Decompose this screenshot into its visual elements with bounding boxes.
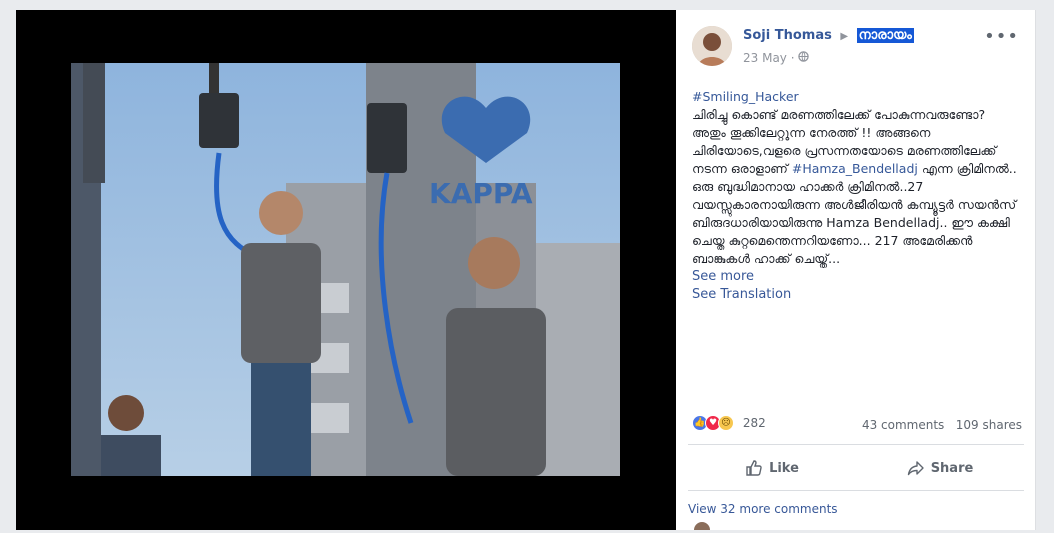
- sad-reaction-icon: ☹: [718, 415, 734, 431]
- hashtag-link[interactable]: #Smiling_Hacker: [692, 89, 799, 104]
- triangle-right-icon: ▶: [840, 31, 849, 42]
- see-more-link[interactable]: See more: [692, 268, 1022, 286]
- thumbs-up-icon: [746, 460, 762, 476]
- like-label: Like: [769, 460, 799, 476]
- share-label: Share: [930, 460, 974, 476]
- globe-icon[interactable]: [798, 51, 810, 65]
- post-body-part2: എന്ന ക്രിമിനൽ.. ഒരു ബുദ്ധിമാനായ ഹാക്കർ ക…: [692, 161, 1017, 266]
- hashtag-link-2[interactable]: #Hamza_Bendelladj: [792, 161, 918, 176]
- engagement-counts: 43 comments 109 shares: [862, 418, 1022, 432]
- divider: [688, 444, 1024, 445]
- reaction-count[interactable]: 282: [743, 416, 766, 430]
- view-more-comments-link[interactable]: View 32 more comments: [688, 502, 838, 516]
- post-sidebar: Soji Thomas ▶ നാരായം 23 May · ••• #Smili…: [676, 10, 1036, 530]
- share-button[interactable]: Share: [856, 450, 1024, 486]
- post-photo[interactable]: KAPPA: [71, 63, 620, 476]
- shares-count[interactable]: 109 shares: [956, 418, 1022, 432]
- comments-count[interactable]: 43 comments: [862, 418, 944, 432]
- reactions-bar: 👍 ♥ ☹ 282 43 comments 109 shares: [692, 415, 1022, 437]
- photo-stage: KAPPA: [16, 10, 676, 530]
- see-translation-link[interactable]: See Translation: [692, 286, 1022, 304]
- divider: [688, 490, 1024, 491]
- post-meta: 23 May ·: [743, 51, 810, 65]
- author-row: Soji Thomas ▶ നാരായം: [743, 28, 914, 43]
- share-arrow-icon: [907, 461, 924, 476]
- group-name[interactable]: നാരായം: [856, 28, 914, 43]
- post-date[interactable]: 23 May: [743, 51, 787, 65]
- action-bar: Like Share: [688, 450, 1024, 486]
- photo-theater: KAPPA Soji Thomas ▶ നാരായം 23 May · •••: [0, 0, 1054, 533]
- author-avatar[interactable]: [692, 26, 732, 66]
- commenter-avatar[interactable]: [694, 522, 710, 530]
- like-button[interactable]: Like: [688, 450, 856, 486]
- reaction-icons[interactable]: 👍 ♥ ☹: [692, 415, 734, 431]
- photo-watermark-text: KAPPA: [429, 177, 533, 210]
- post-text: #Smiling_Hacker ചിരിച്ചു കൊണ്ട് മരണത്തില…: [692, 88, 1022, 304]
- more-options-icon[interactable]: •••: [984, 26, 1019, 47]
- author-name[interactable]: Soji Thomas: [743, 28, 832, 43]
- photo-illustration: KAPPA: [71, 63, 620, 476]
